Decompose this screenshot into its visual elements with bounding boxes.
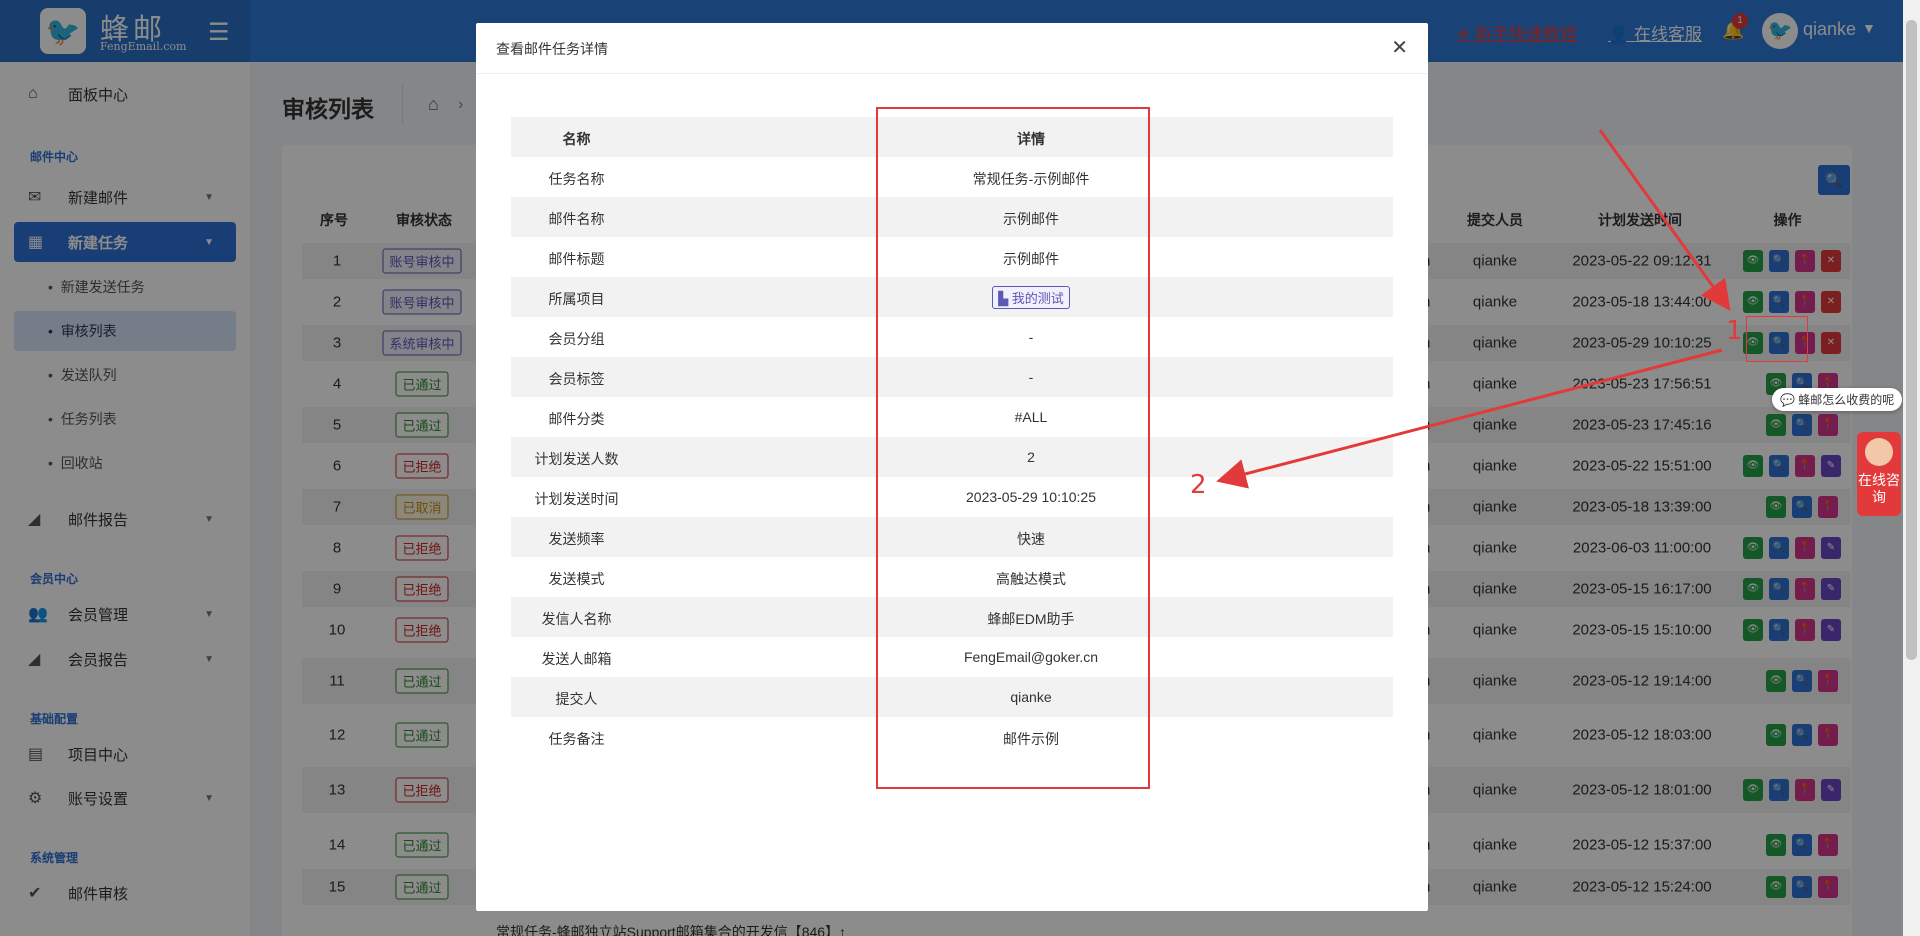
- online-consult-button[interactable]: 在线咨询: [1857, 432, 1901, 516]
- annotation-arrow-2: [1216, 348, 1723, 489]
- consult-label: 在线咨询: [1858, 472, 1900, 505]
- agent-avatar-icon: [1865, 438, 1893, 466]
- chat-bubble-text: 蜂邮怎么收费的呢: [1798, 393, 1895, 407]
- annotation-arrow-1: [1598, 129, 1731, 311]
- annotation-arrows: [1216, 129, 1731, 489]
- chat-bubble[interactable]: 💬 蜂邮怎么收费的呢: [1772, 388, 1903, 411]
- scrollbar-thumb[interactable]: [1906, 20, 1917, 660]
